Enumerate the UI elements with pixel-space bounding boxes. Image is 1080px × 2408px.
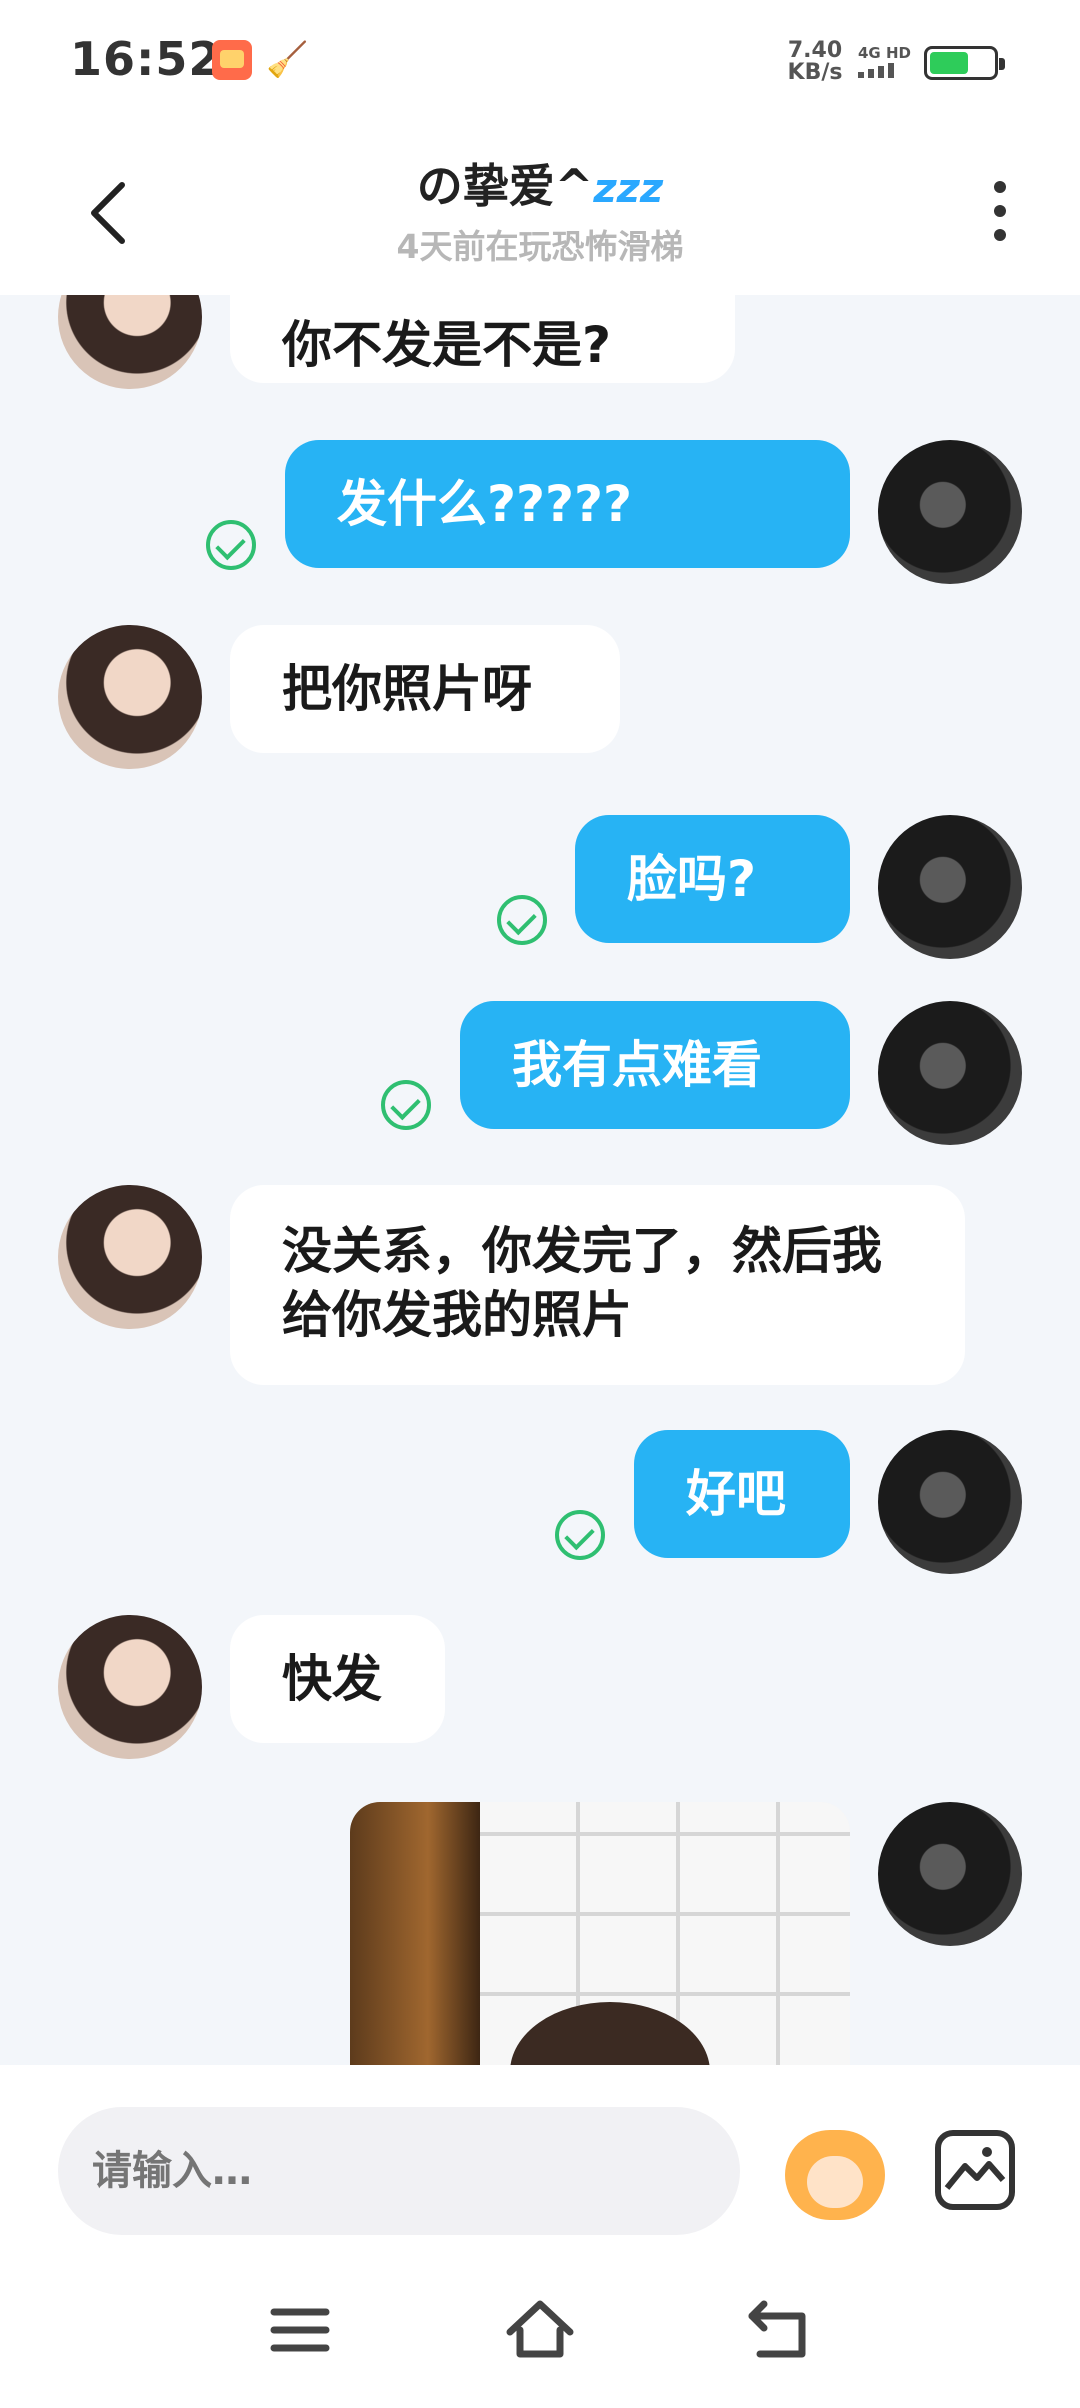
app-notification-icon (212, 40, 252, 80)
my-avatar[interactable] (878, 440, 1022, 584)
my-avatar[interactable] (878, 1001, 1022, 1145)
signal-bars-icon (858, 63, 894, 78)
status-time: 16:52 (70, 32, 222, 86)
photo-door (350, 1802, 480, 2065)
message-bubble-sent[interactable]: 好吧 (634, 1430, 850, 1558)
broom-icon: 🧹 (266, 40, 309, 80)
message-text: 脸吗? (627, 850, 757, 908)
contact-avatar[interactable] (58, 295, 202, 389)
back-icon[interactable] (740, 2290, 820, 2370)
message-text: 好吧 (686, 1465, 786, 1523)
sleeping-zzz-icon: zzz (593, 166, 664, 212)
message-bubble-sent[interactable]: 发什么????? (285, 440, 850, 568)
contact-avatar[interactable] (58, 625, 202, 769)
message-bubble-received[interactable]: 你不发是不是? (230, 295, 735, 383)
contact-avatar[interactable] (58, 1185, 202, 1329)
contact-avatar[interactable] (58, 1615, 202, 1759)
more-vertical-icon[interactable] (980, 173, 1020, 253)
home-icon[interactable] (500, 2290, 580, 2370)
chat-header: の挚爱^zzz 4天前在玩恐怖滑梯 (0, 125, 1080, 295)
system-nav-bar (0, 2245, 1080, 2408)
contact-name-text: の挚爱^ (416, 159, 594, 213)
battery-level (930, 52, 968, 74)
my-avatar[interactable] (878, 1430, 1022, 1574)
read-check-icon (497, 895, 547, 945)
status-bar: 16:52 🧹 7.40 KB/s 4G HD (0, 0, 1080, 125)
net-speed: 7.40 KB/s (784, 40, 846, 84)
message-text: 没关系，你发完了，然后我给你发我的照片 (282, 1222, 882, 1344)
net-speed-value: 7.40 (787, 38, 843, 63)
signal-icon: 4G HD (858, 44, 912, 82)
read-check-icon (555, 1510, 605, 1560)
message-input[interactable] (58, 2107, 740, 2235)
my-avatar[interactable] (878, 1802, 1022, 1946)
message-bubble-sent[interactable]: 我有点难看 (460, 1001, 850, 1129)
message-bubble-received[interactable]: 快发 (230, 1615, 445, 1743)
contact-name: の挚爱^zzz (0, 150, 1080, 216)
input-bar (0, 2065, 1080, 2245)
message-text: 快发 (282, 1650, 382, 1708)
network-type: 4G HD (858, 44, 911, 62)
emoji-mascot-icon[interactable] (785, 2130, 885, 2220)
message-bubble-sent[interactable]: 脸吗? (575, 815, 850, 943)
my-avatar[interactable] (878, 815, 1022, 959)
battery-cap (999, 58, 1005, 70)
message-text: 把你照片呀 (282, 660, 532, 718)
menu-icon[interactable] (260, 2290, 340, 2370)
read-check-icon (381, 1080, 431, 1130)
message-bubble-received[interactable]: 把你照片呀 (230, 625, 620, 753)
image-gallery-icon[interactable] (935, 2130, 1015, 2210)
net-speed-unit: KB/s (787, 60, 843, 85)
message-bubble-received[interactable]: 没关系，你发完了，然后我给你发我的照片 (230, 1185, 965, 1385)
message-text: 我有点难看 (512, 1036, 762, 1094)
message-text: 发什么????? (337, 475, 633, 533)
battery-icon (924, 46, 1005, 80)
chat-messages[interactable]: 你不发是不是? 发什么????? 把你照片呀 脸吗? 我有点难看 没关系，你发完… (0, 295, 1080, 2065)
read-check-icon (206, 520, 256, 570)
contact-status: 4天前在玩恐怖滑梯 (396, 227, 684, 266)
message-image-sent[interactable] (350, 1802, 850, 2065)
message-text: 你不发是不是? (282, 316, 612, 374)
